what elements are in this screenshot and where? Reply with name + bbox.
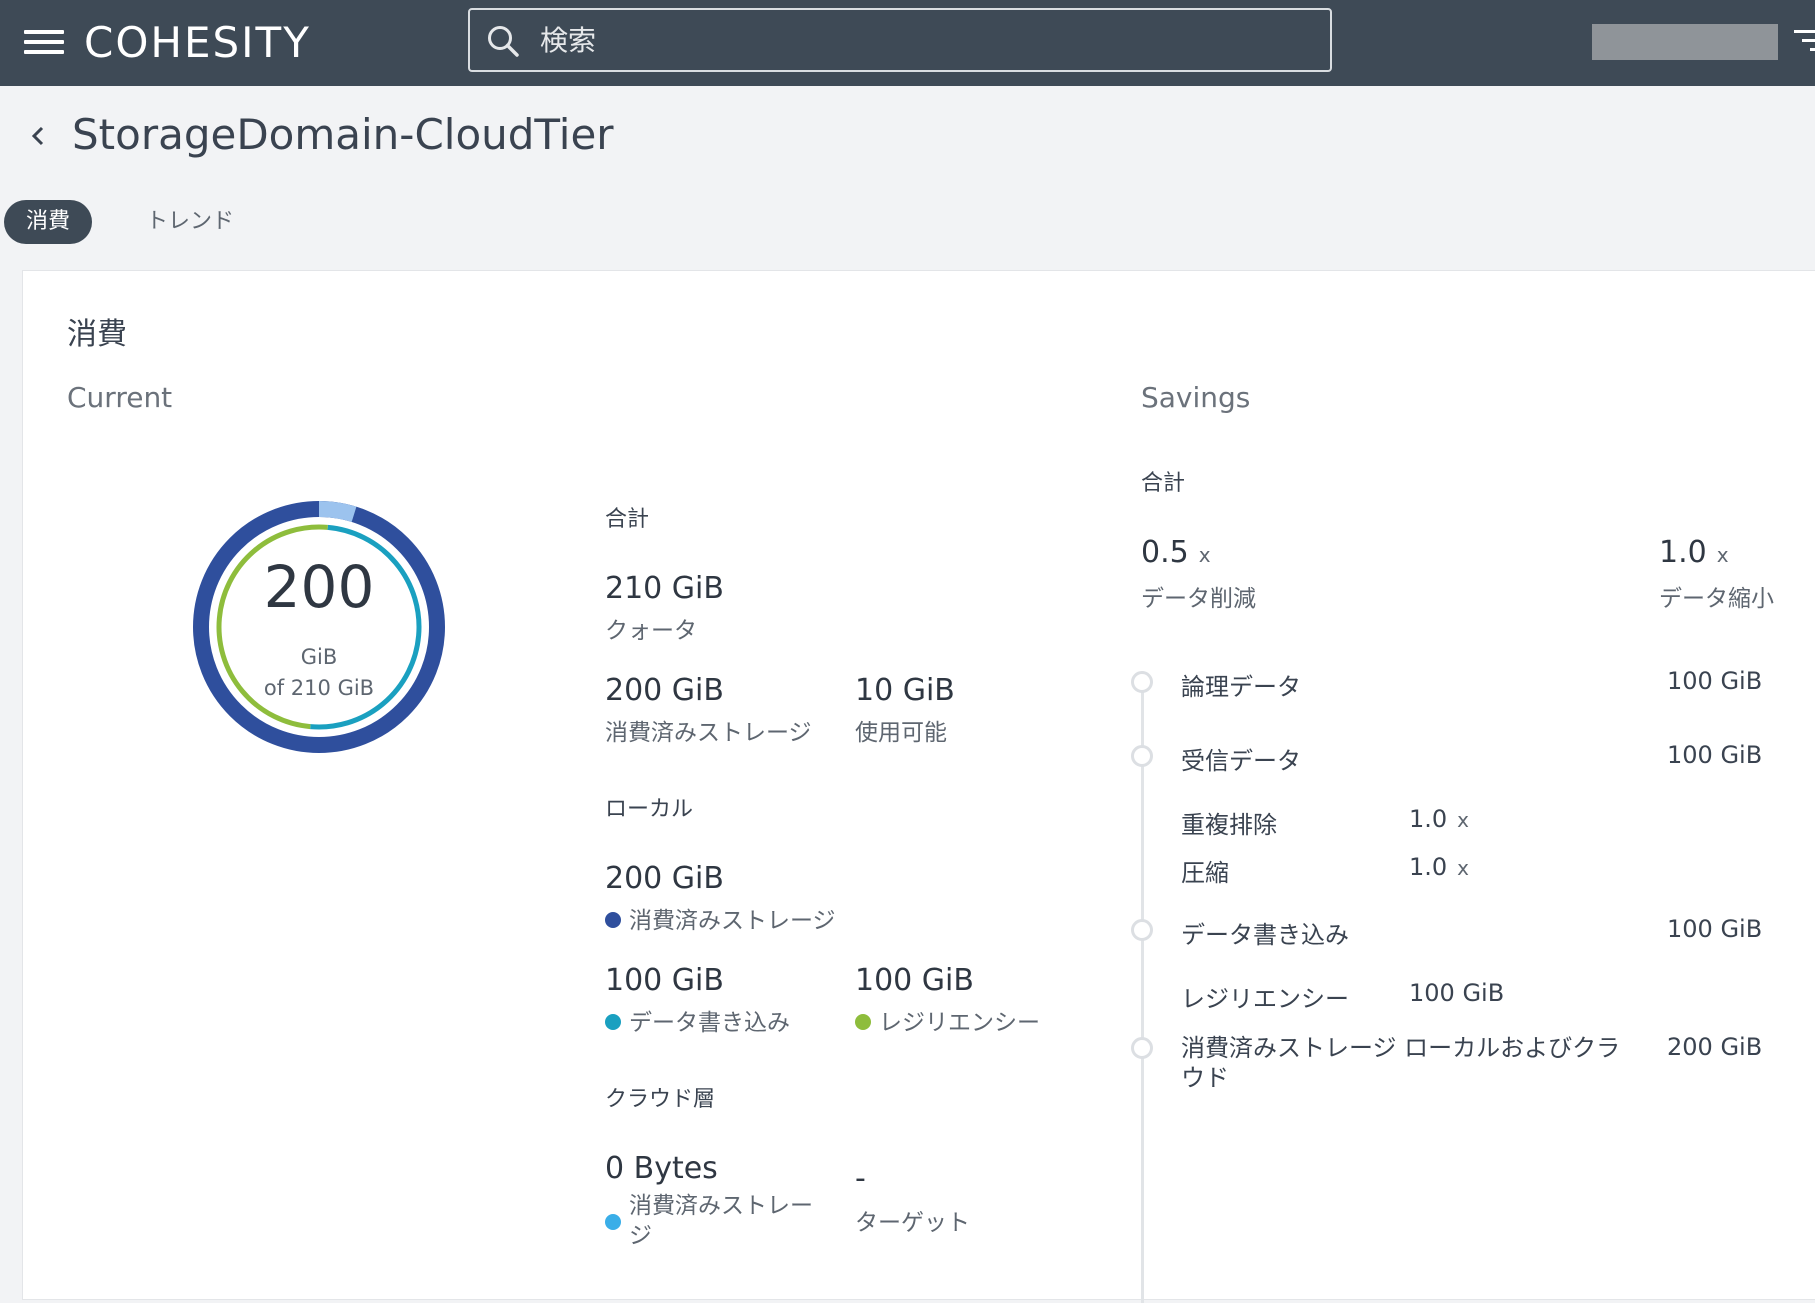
top-bar: COHESITY xyxy=(0,0,1815,86)
local-resiliency-legend: レジリエンシー xyxy=(855,1003,1040,1037)
local-write-label: データ書き込み xyxy=(629,1010,790,1036)
consumed-dot xyxy=(605,911,621,928)
search-icon xyxy=(488,26,519,57)
reduction-mult: x xyxy=(1198,543,1211,567)
menu-icon[interactable] xyxy=(24,30,64,58)
local-write-legend: データ書き込み xyxy=(605,1003,790,1037)
donut-resiliency-arc xyxy=(216,524,422,730)
shrink-mult: x xyxy=(1716,543,1729,567)
data-write-value: 100 GiB xyxy=(1667,915,1763,943)
shrink-value-wrap: 1.0 x xyxy=(1659,535,1729,570)
cloud-dot xyxy=(605,1213,621,1230)
available-label: 使用可能 xyxy=(855,720,947,746)
timeline-consumed-label-line2: ウド xyxy=(1181,1064,1229,1092)
dedupe-value-wrap: 1.0 x xyxy=(1409,805,1469,833)
donut-value: 200 xyxy=(263,553,375,621)
shrink-label: データ縮小 xyxy=(1659,586,1774,612)
cloud-consumed-label: 消費済みストレー ジ xyxy=(629,1191,813,1251)
compress-value-wrap: 1.0 x xyxy=(1409,853,1469,881)
received-data-value: 100 GiB xyxy=(1667,741,1763,769)
logical-data-value: 100 GiB xyxy=(1667,667,1763,695)
current-label: Current xyxy=(67,381,173,414)
timeline-line xyxy=(1141,681,1144,1303)
filter-icon[interactable] xyxy=(1794,30,1815,56)
savings-label: Savings xyxy=(1141,381,1251,414)
dedupe-mult: x xyxy=(1457,808,1470,832)
savings-total-label: 合計 xyxy=(1141,471,1186,496)
dedupe-label: 重複排除 xyxy=(1181,811,1277,839)
donut-unit: GiB xyxy=(300,645,338,669)
local-consumed-legend: 消費済みストレージ xyxy=(605,901,836,935)
timeline-node xyxy=(1131,1037,1153,1059)
write-dot xyxy=(605,1013,621,1030)
user-menu[interactable] xyxy=(1592,24,1778,60)
reduction-value-wrap: 0.5 x xyxy=(1141,535,1211,570)
shrink-value: 1.0 xyxy=(1659,535,1707,570)
search-input[interactable] xyxy=(540,16,1310,64)
local-consumed-label: 消費済みストレージ xyxy=(629,908,836,934)
card-title: 消費 xyxy=(67,317,127,352)
total-label: 合計 xyxy=(605,507,650,532)
compress-mult: x xyxy=(1457,856,1470,880)
donut-write-arc xyxy=(216,524,422,730)
resiliency-dot xyxy=(855,1013,871,1030)
timeline-node xyxy=(1131,745,1153,767)
logical-data-label: 論理データ xyxy=(1181,673,1301,701)
donut-of: of 210 GiB xyxy=(263,676,375,700)
local-consumed-value: 200 GiB xyxy=(605,861,724,896)
tab-consumption[interactable]: 消費 xyxy=(4,200,93,244)
quota-value: 210 GiB xyxy=(605,571,724,606)
timeline-node xyxy=(1131,919,1153,941)
consumption-card: 消費 Current Savings 200 GiB of 210 GiB 合計… xyxy=(22,270,1815,1303)
timeline-consumed-label: 消費済みストレージ ローカルおよびクラ ウド xyxy=(1181,1033,1620,1093)
data-write-label: データ書き込み xyxy=(1181,921,1349,949)
page-title: StorageDomain-CloudTier xyxy=(72,110,614,159)
cloud-label: クラウド層 xyxy=(605,1087,716,1112)
local-resiliency-label: レジリエンシー xyxy=(879,1010,1040,1036)
timeline-resiliency-label: レジリエンシー xyxy=(1181,985,1349,1013)
local-label: ローカル xyxy=(605,797,694,822)
local-write-value: 100 GiB xyxy=(605,963,724,998)
cloud-consumed-label-line2: ジ xyxy=(629,1223,652,1249)
compress-value: 1.0 xyxy=(1409,853,1448,881)
tab-trend[interactable]: トレンド xyxy=(124,200,256,244)
cloud-target-value: - xyxy=(855,1161,866,1196)
back-icon[interactable] xyxy=(26,120,50,152)
timeline-node xyxy=(1131,671,1153,693)
timeline-consumed-value: 200 GiB xyxy=(1667,1033,1763,1061)
available-value: 10 GiB xyxy=(855,673,955,708)
received-data-label: 受信データ xyxy=(1181,747,1301,775)
cloud-target-label: ターゲット xyxy=(855,1210,970,1236)
reduction-value: 0.5 xyxy=(1141,535,1189,570)
local-resiliency-value: 100 GiB xyxy=(855,963,974,998)
compress-label: 圧縮 xyxy=(1181,859,1229,887)
dedupe-value: 1.0 xyxy=(1409,805,1448,833)
quota-label: クォータ xyxy=(605,618,697,644)
reduction-label: データ削減 xyxy=(1141,586,1256,612)
total-consumed-label: 消費済みストレージ xyxy=(605,720,812,746)
search-box[interactable] xyxy=(468,8,1332,72)
logo[interactable]: COHESITY xyxy=(84,18,311,67)
cloud-consumed-label-line1: 消費済みストレー xyxy=(629,1193,813,1219)
total-consumed-value: 200 GiB xyxy=(605,673,724,708)
consumption-donut xyxy=(193,501,445,753)
cloud-consumed-value: 0 Bytes xyxy=(605,1151,718,1186)
timeline-resiliency-value: 100 GiB xyxy=(1409,979,1505,1007)
timeline-consumed-label-line1: 消費済みストレージ ローカルおよびクラ xyxy=(1181,1034,1621,1062)
